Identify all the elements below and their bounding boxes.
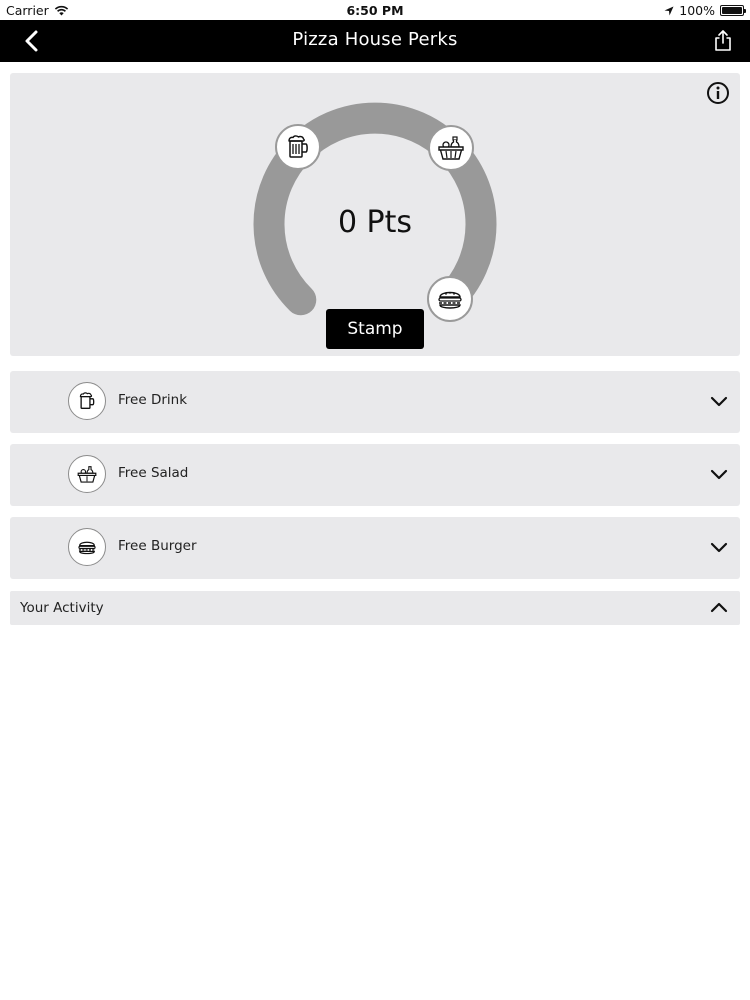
stamp-button[interactable]: Stamp	[326, 309, 424, 349]
battery-percent: 100%	[679, 3, 715, 18]
drink-mug-icon	[288, 135, 308, 158]
info-icon[interactable]	[706, 81, 730, 105]
chevron-down-icon[interactable]	[708, 390, 730, 412]
points-value: 0 Pts	[337, 205, 413, 240]
reward-icon-badge	[68, 455, 106, 493]
salad-basket-icon	[438, 136, 464, 160]
location-arrow-icon	[664, 6, 674, 15]
battery-icon	[720, 5, 746, 16]
reward-row-free-burger[interactable]: Free Burger	[10, 517, 740, 579]
drink-milestone-badge	[275, 124, 321, 170]
page-title: Pizza House Perks	[292, 29, 458, 50]
status-bar: Carrier 6:50 PM 100%	[0, 0, 750, 20]
share-button[interactable]	[712, 29, 734, 53]
reward-row-free-drink[interactable]: Free Drink	[10, 371, 740, 433]
burger-milestone-badge	[427, 276, 473, 322]
reward-icon-badge	[68, 528, 106, 566]
reward-label: Free Drink	[118, 392, 188, 408]
salad-milestone-badge	[428, 125, 474, 171]
activity-label: Your Activity	[20, 600, 104, 616]
reward-label: Free Burger	[118, 538, 197, 554]
reward-label: Free Salad	[118, 465, 189, 481]
chevron-down-icon[interactable]	[708, 463, 730, 485]
activity-list	[0, 626, 750, 1000]
chevron-up-icon[interactable]	[708, 597, 730, 619]
burger-icon	[78, 541, 96, 555]
status-right: 100%	[664, 3, 746, 18]
reward-icon-badge	[68, 382, 106, 420]
burger-icon	[438, 291, 462, 309]
points-card: 0 Pts Stamp	[10, 73, 740, 356]
navigation-bar: Pizza House Perks	[0, 20, 750, 62]
drink-mug-icon	[79, 392, 95, 409]
your-activity-header[interactable]: Your Activity	[10, 591, 740, 625]
salad-basket-icon	[77, 466, 97, 483]
reward-row-free-salad[interactable]: Free Salad	[10, 444, 740, 506]
chevron-down-icon[interactable]	[708, 536, 730, 558]
status-time: 6:50 PM	[346, 3, 404, 18]
